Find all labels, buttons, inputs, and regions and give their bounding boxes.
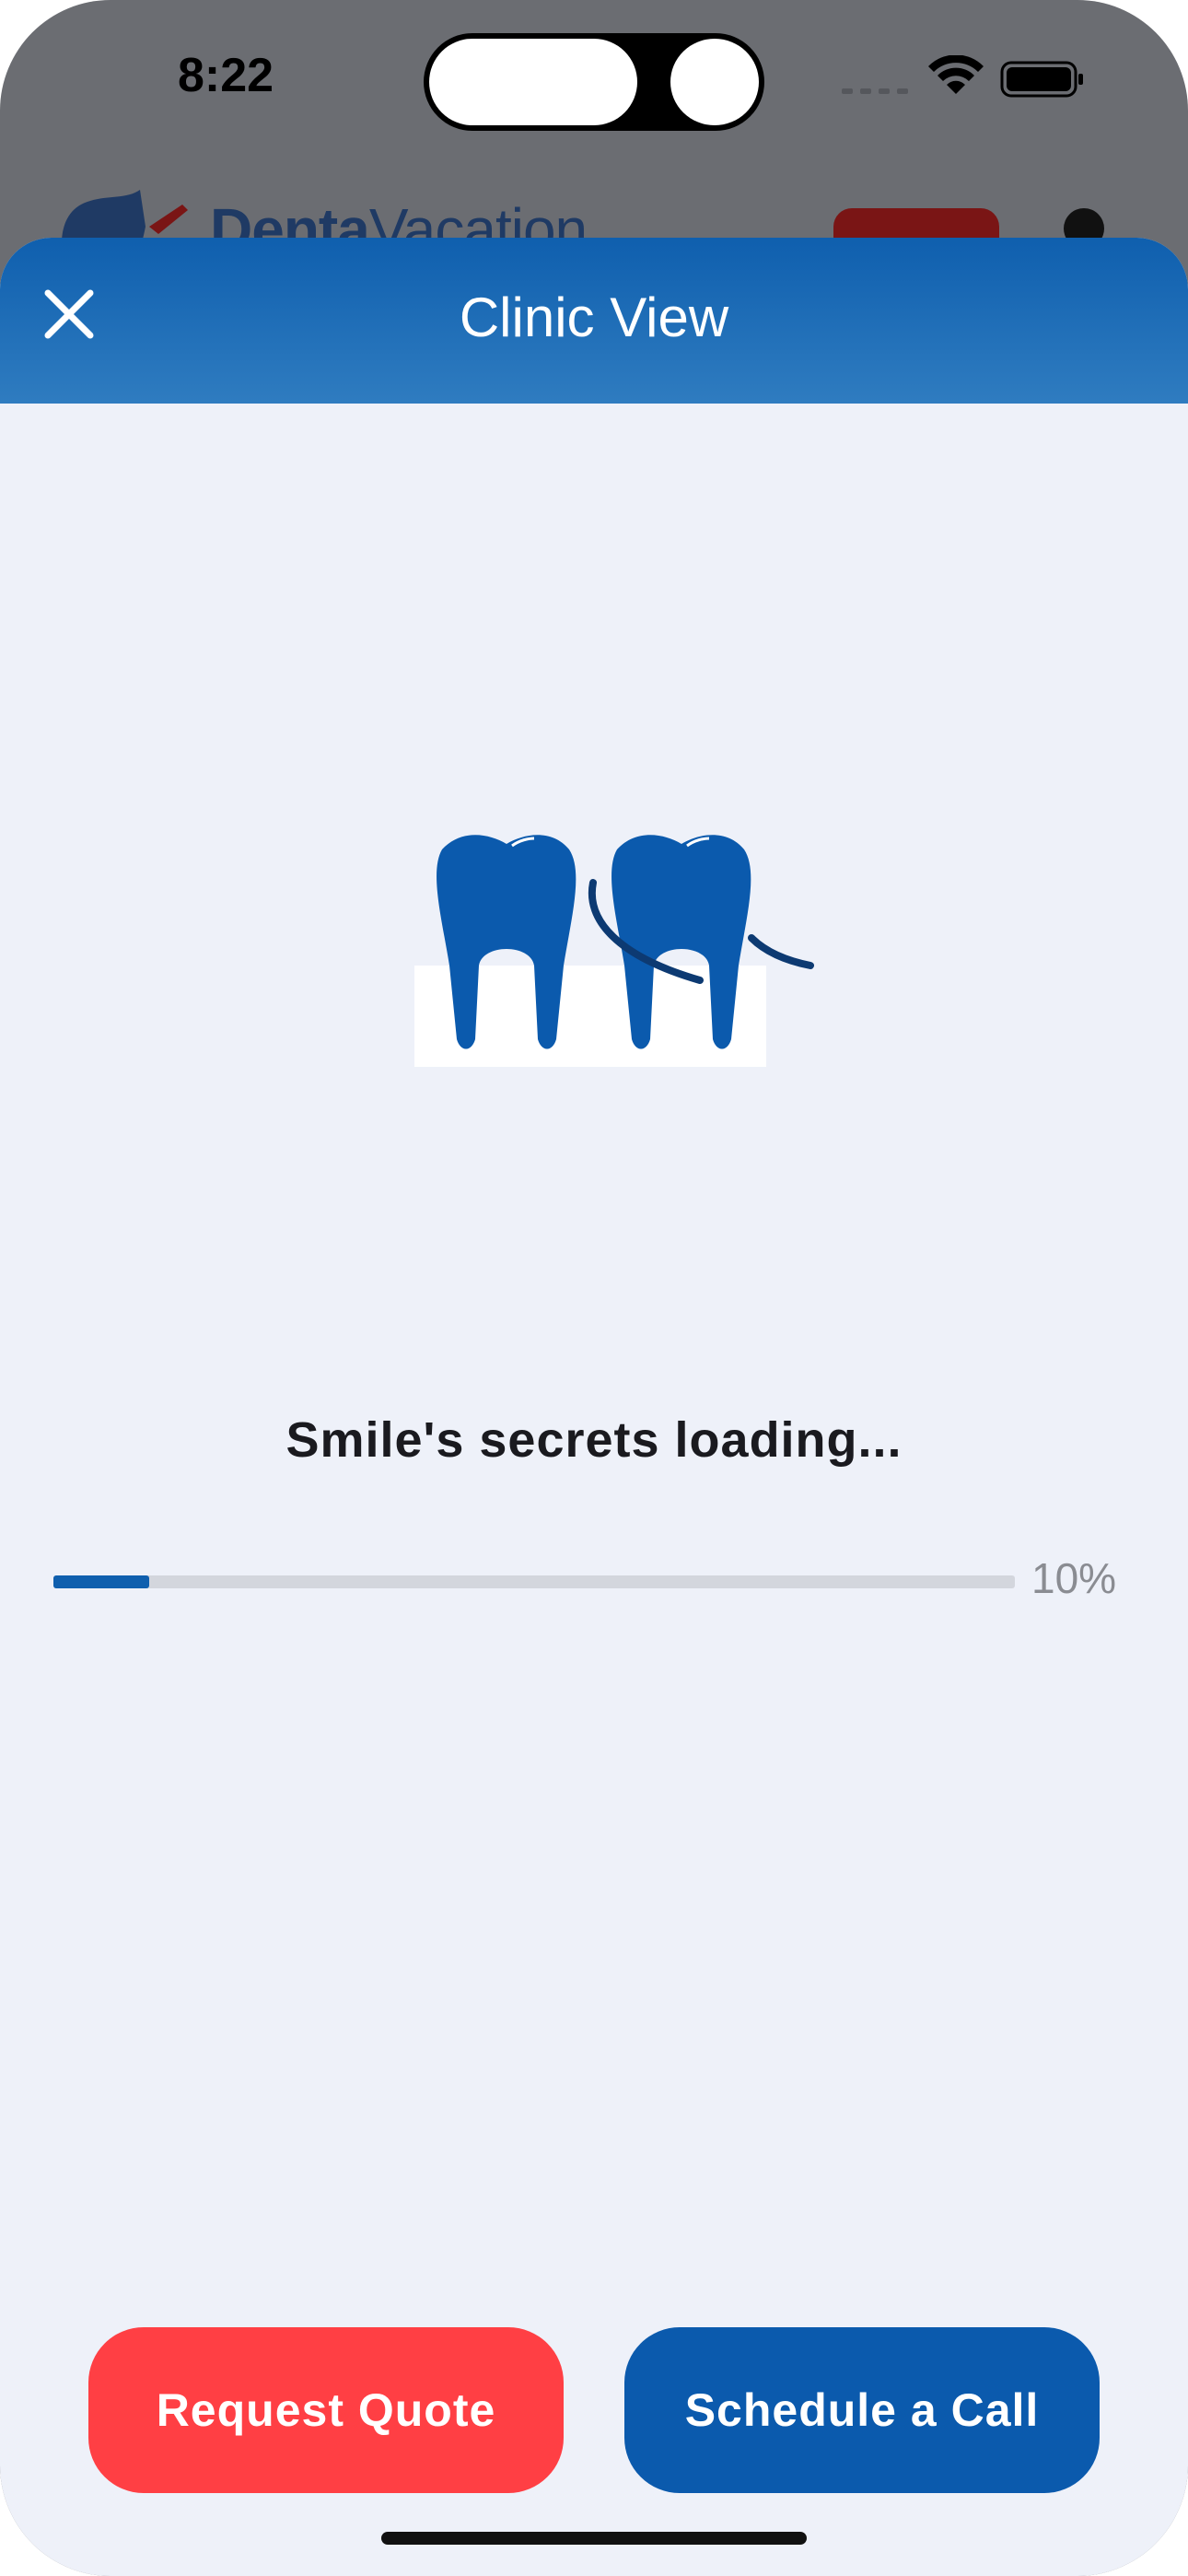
loading-message: Smile's secrets loading... [285,1412,903,1468]
progress-bar [53,1575,1015,1588]
schedule-call-button[interactable]: Schedule a Call [624,2327,1100,2493]
island-pill [429,39,637,125]
status-icons [842,55,1083,98]
island-dot [670,39,759,125]
battery-icon [1000,61,1083,98]
home-indicator [381,2532,807,2545]
wifi-icon [928,55,984,94]
clinic-view-sheet: Clinic View Smile's secrets loading... 1… [0,238,1188,2576]
teeth-loading-icon [414,835,814,1067]
dynamic-island [424,33,764,131]
progress-fill [53,1575,150,1588]
sheet-header: Clinic View [0,238,1188,404]
status-time: 8:22 [177,49,274,102]
schedule-call-label: Schedule a Call [684,2384,1040,2436]
progress-percent: 10% [1031,1554,1117,1602]
sheet-title: Clinic View [459,287,729,348]
signal-icon [842,88,908,94]
request-quote-label: Request Quote [156,2384,496,2436]
phone-screen: 8:22 DentaVacation Clinic View Smile's s… [0,0,1188,2576]
request-quote-button[interactable]: Request Quote [88,2327,564,2493]
